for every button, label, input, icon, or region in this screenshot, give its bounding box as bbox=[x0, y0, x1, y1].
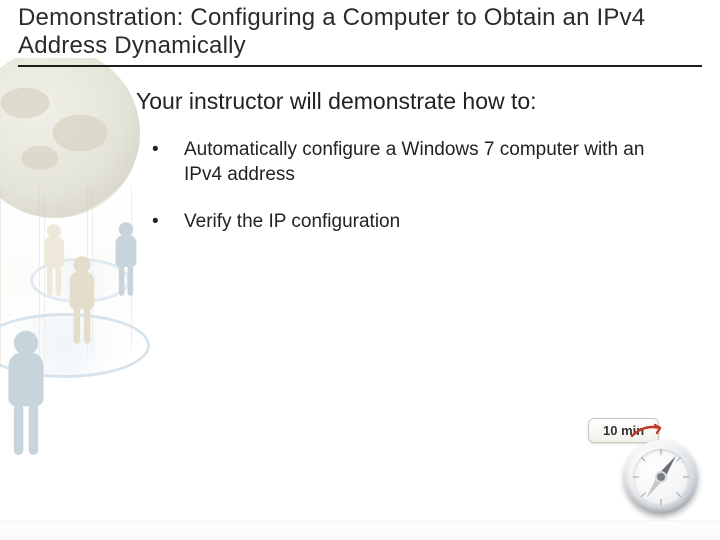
content-area: Your instructor will demonstrate how to:… bbox=[136, 88, 680, 256]
panel-deco bbox=[0, 187, 40, 368]
panel-deco bbox=[92, 185, 132, 351]
person-icon bbox=[2, 331, 51, 455]
list-item: Automatically configure a Windows 7 comp… bbox=[146, 137, 680, 187]
compass-icon bbox=[624, 440, 698, 514]
ring-deco bbox=[0, 313, 150, 378]
intro-text: Your instructor will demonstrate how to: bbox=[136, 88, 680, 115]
slide-title: Demonstration: Configuring a Computer to… bbox=[18, 4, 702, 61]
person-icon bbox=[40, 224, 68, 296]
list-item: Verify the IP configuration bbox=[146, 209, 680, 234]
ring-deco bbox=[30, 258, 130, 303]
timer-widget: 10 min bbox=[588, 418, 698, 514]
person-icon bbox=[65, 256, 99, 343]
slide: Demonstration: Configuring a Computer to… bbox=[0, 0, 720, 540]
footer-bar bbox=[0, 520, 720, 540]
panel-deco bbox=[44, 187, 88, 359]
arrow-icon bbox=[630, 422, 664, 440]
bullet-list: Automatically configure a Windows 7 comp… bbox=[136, 137, 680, 234]
title-area: Demonstration: Configuring a Computer to… bbox=[18, 4, 702, 67]
globe-icon bbox=[0, 58, 140, 218]
